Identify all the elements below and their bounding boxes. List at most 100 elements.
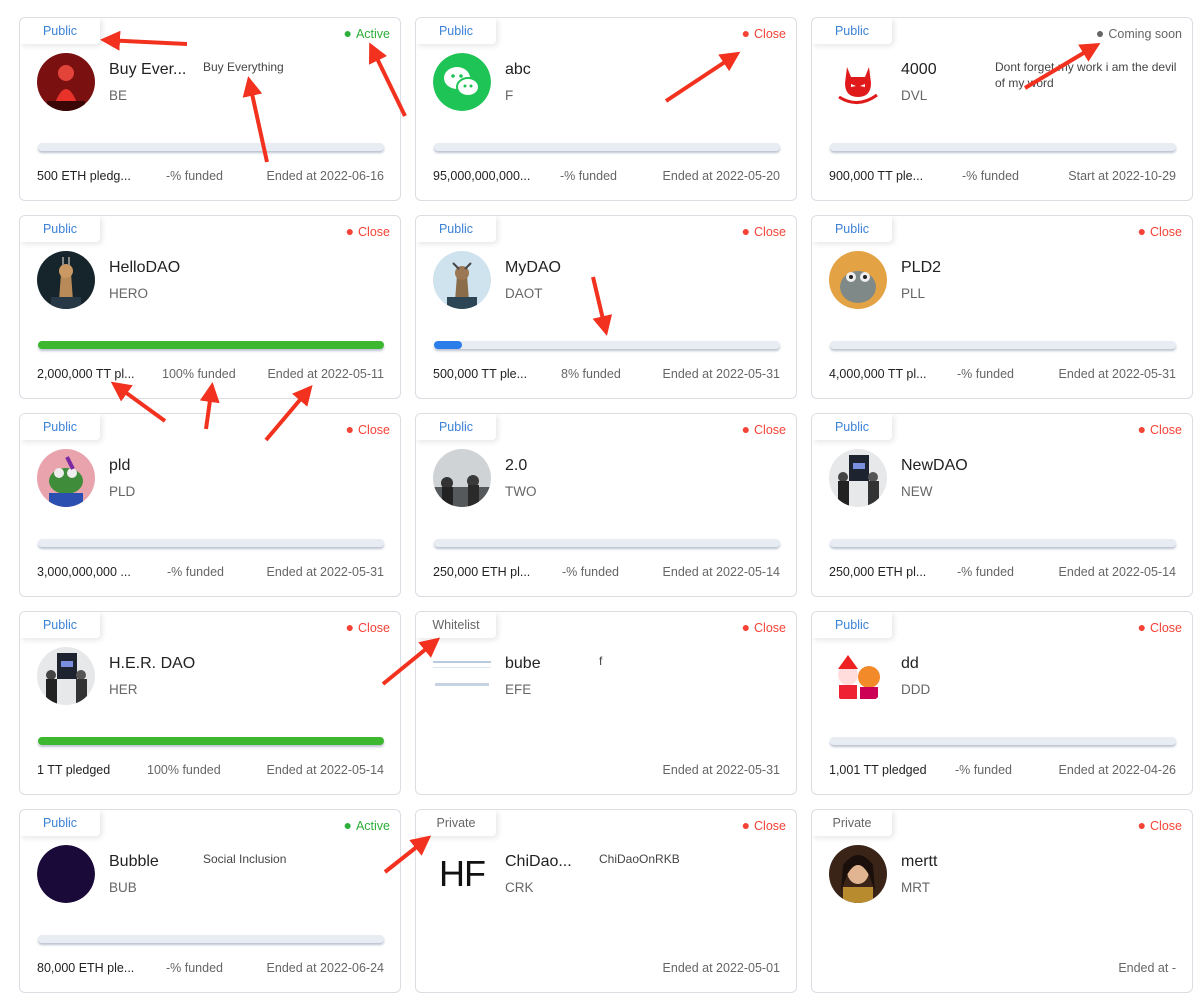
avatar: [829, 251, 887, 309]
funded-percent: 100% funded: [147, 763, 221, 777]
token-symbol: DVL: [901, 88, 928, 103]
project-name: Buy Ever...: [109, 61, 187, 78]
status-badge: ● Close: [1137, 223, 1182, 239]
status-dot-icon: ●: [345, 223, 355, 239]
project-name: HelloDAO: [109, 259, 181, 276]
progress-bar: [434, 143, 780, 151]
end-date: Ended at 2022-05-31: [662, 763, 780, 777]
end-date: Ended at 2022-05-11: [267, 367, 384, 381]
visibility-tag: Public: [812, 216, 892, 242]
dao-card[interactable]: Public ● Close abc F 95,000,000,000... -%…: [415, 17, 797, 201]
project-description: Buy Everything: [203, 60, 284, 74]
project-name: pld: [109, 457, 131, 474]
funded-percent: -% funded: [955, 763, 1012, 777]
project-name: Bubble: [109, 853, 159, 870]
dao-card[interactable]: Private ● Close mertt MRT Ended at -: [811, 809, 1193, 993]
token-symbol: BE: [109, 88, 128, 103]
status-badge: ● Close: [345, 619, 390, 635]
end-date: Ended at 2022-05-14: [266, 763, 384, 777]
avatar: [433, 449, 491, 507]
token-symbol: CRK: [505, 880, 534, 895]
dao-card[interactable]: Public ● Coming soon 4000 DVL Dont forget…: [811, 17, 1193, 201]
project-name: NewDAO: [901, 457, 968, 474]
dao-card[interactable]: Public ● Close 2.0 TWO 250,000 ETH pl... …: [415, 413, 797, 597]
token-symbol: HERO: [109, 286, 149, 301]
visibility-tag: Public: [812, 18, 892, 44]
dao-card[interactable]: Public ● Close PLD2 PLL 4,000,000 TT pl..…: [811, 215, 1193, 399]
dao-card[interactable]: Public ● Close NewDAO NEW 250,000 ETH pl.…: [811, 413, 1193, 597]
pledged-amount: 500,000 TT ple...: [433, 367, 528, 381]
project-name: ChiDao...: [505, 853, 572, 870]
avatar: [829, 845, 887, 903]
start-date: Start at 2022-10-29: [1068, 169, 1176, 183]
visibility-tag: Public: [416, 414, 496, 440]
devil-logo-icon: [829, 53, 887, 111]
dao-card[interactable]: Private ● Close HF ChiDao... CRK ChiDaoOn…: [415, 809, 797, 993]
pledged-amount: 500 ETH pledg...: [37, 169, 131, 183]
visibility-tag: Public: [416, 216, 496, 242]
dao-card[interactable]: Public ● Close H.E.R. DAO HER 1 TT pledge…: [19, 611, 401, 795]
dao-card[interactable]: Whitelist ● Close bube EFE f Ended at 202…: [415, 611, 797, 795]
funded-percent: -% funded: [957, 367, 1014, 381]
token-symbol: BUB: [109, 880, 137, 895]
avatar: [433, 647, 491, 705]
end-date: Ended at 2022-05-14: [662, 565, 780, 579]
project-description: Dont forget my work i am the devil of my…: [995, 60, 1177, 90]
visibility-tag: Public: [416, 18, 496, 44]
project-name: dd: [901, 655, 919, 672]
dao-card[interactable]: Public ● Close pld PLD 3,000,000,000 ... …: [19, 413, 401, 597]
dao-card[interactable]: Public ● Active Bubble BUB Social Inclusi…: [19, 809, 401, 993]
status-dot-icon: ●: [1137, 619, 1147, 635]
progress-fill: [38, 737, 384, 745]
pledged-amount: 250,000 ETH pl...: [829, 565, 927, 579]
progress-fill: [38, 341, 384, 349]
avatar: [829, 647, 887, 705]
status-dot-icon: ●: [1137, 421, 1147, 437]
visibility-tag: Public: [20, 216, 100, 242]
pledged-amount: 1 TT pledged: [37, 763, 111, 777]
status-badge: ● Active: [343, 25, 390, 41]
avatar: [37, 845, 95, 903]
project-description: Social Inclusion: [203, 852, 287, 866]
funded-percent: 100% funded: [162, 367, 236, 381]
avatar: [37, 251, 95, 309]
token-symbol: PLL: [901, 286, 926, 301]
pledged-amount: 250,000 ETH pl...: [433, 565, 531, 579]
pledged-amount: 1,001 TT pledged: [829, 763, 927, 777]
status-dot-icon: ●: [345, 421, 355, 437]
token-symbol: NEW: [901, 484, 933, 499]
funded-percent: -% funded: [957, 565, 1014, 579]
avatar: [37, 449, 95, 507]
funded-percent: -% funded: [166, 961, 223, 975]
pledged-amount: 3,000,000,000 ...: [37, 565, 131, 579]
token-symbol: TWO: [505, 484, 537, 499]
end-date: Ended at 2022-05-20: [662, 169, 780, 183]
status-dot-icon: ●: [1137, 817, 1147, 833]
wechat-logo-icon: [433, 53, 491, 111]
project-name: bube: [505, 655, 541, 672]
status-badge: ● Close: [741, 817, 786, 833]
status-badge: ● Coming soon: [1095, 25, 1182, 41]
token-symbol: EFE: [505, 682, 532, 697]
status-badge: ● Close: [1137, 817, 1182, 833]
progress-bar: [830, 341, 1176, 349]
project-name: 4000: [901, 61, 937, 78]
dao-card[interactable]: Public ● Active Buy Ever... BE Buy Everyt…: [19, 17, 401, 201]
status-dot-icon: ●: [741, 25, 751, 41]
dao-card[interactable]: Public ● Close MyDAO DAOT 500,000 TT ple.…: [415, 215, 797, 399]
end-date: Ended at 2022-05-31: [662, 367, 780, 381]
end-date: Ended at 2022-05-31: [266, 565, 384, 579]
dao-card[interactable]: Public ● Close dd DDD 1,001 TT pledged -%…: [811, 611, 1193, 795]
progress-bar: [38, 341, 384, 349]
end-date: Ended at 2022-05-31: [1058, 367, 1176, 381]
dao-card[interactable]: Public ● Close HelloDAO HERO 2,000,000 TT…: [19, 215, 401, 399]
progress-fill: [434, 341, 462, 349]
status-dot-icon: ●: [741, 619, 751, 635]
visibility-tag: Private: [812, 810, 892, 836]
pledged-amount: 80,000 ETH ple...: [37, 961, 135, 975]
visibility-tag: Private: [416, 810, 496, 836]
status-dot-icon: ●: [345, 619, 355, 635]
funded-percent: -% funded: [166, 169, 223, 183]
funded-percent: -% funded: [962, 169, 1019, 183]
status-dot-icon: ●: [741, 223, 751, 239]
